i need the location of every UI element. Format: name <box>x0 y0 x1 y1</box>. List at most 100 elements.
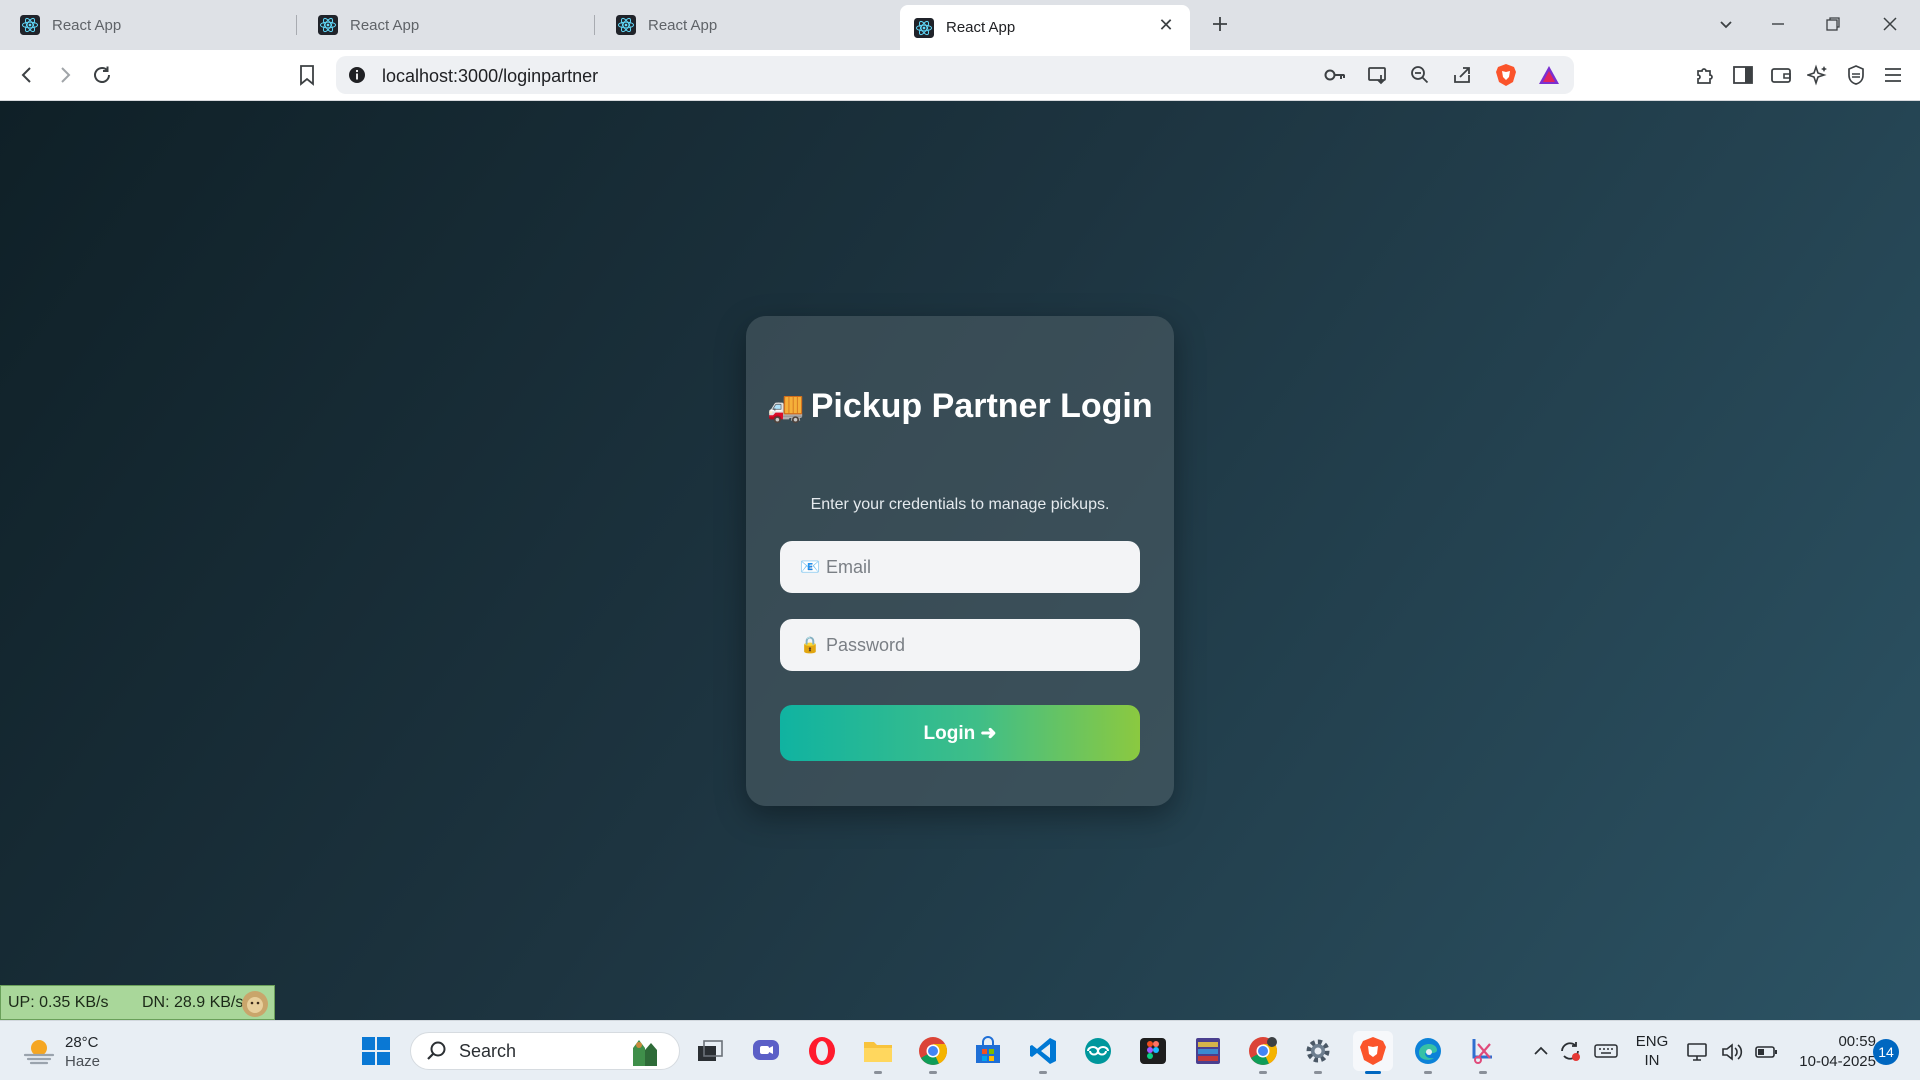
taskbar-edge[interactable] <box>1408 1031 1448 1074</box>
forward-button[interactable] <box>48 58 82 92</box>
taskbar-search[interactable]: Search <box>410 1032 680 1070</box>
react-icon <box>20 15 40 35</box>
chevron-down-icon <box>1720 21 1732 29</box>
mascot-icon <box>242 991 268 1017</box>
windows-taskbar: 28°C Haze Search ENG IN 00:59 10-04-2025… <box>0 1020 1920 1080</box>
running-indicator <box>1259 1071 1267 1074</box>
tab-title: React App <box>350 16 420 34</box>
restore-icon <box>1826 17 1840 31</box>
taskbar-chat[interactable] <box>746 1031 786 1071</box>
notification-badge[interactable]: 14 <box>1873 1039 1899 1065</box>
taskbar-arduino[interactable] <box>1078 1031 1118 1071</box>
wallet-button[interactable] <box>1764 58 1798 92</box>
start-button[interactable] <box>356 1031 396 1071</box>
wallet-icon <box>1771 68 1791 83</box>
vpn-shield-icon <box>1848 65 1864 85</box>
tab-3[interactable]: React App <box>602 5 892 45</box>
clock-date: 10-04-2025 <box>1799 1053 1876 1070</box>
share-icon[interactable] <box>1447 60 1477 90</box>
scissors-icon <box>1472 1039 1492 1064</box>
login-card: 🚚 Pickup Partner Login Enter your credent… <box>746 316 1174 806</box>
tab-2[interactable]: React App <box>304 5 595 45</box>
search-label: Search <box>459 1040 517 1061</box>
taskbar-opera[interactable] <box>802 1031 842 1071</box>
react-icon <box>318 15 338 35</box>
tab-title: React App <box>52 16 122 34</box>
search-highlight-icon <box>633 1040 657 1066</box>
tab-separator <box>296 15 297 35</box>
weather-desc: Haze <box>65 1053 101 1070</box>
puzzle-icon <box>1697 68 1713 84</box>
address-bar[interactable]: localhost:3000/loginpartner <box>336 56 1574 94</box>
download-speed: DN: 28.9 KB/s <box>142 994 244 1011</box>
tab-strip: React App React App React App React App … <box>0 0 1920 50</box>
password-field[interactable]: 🔒 <box>780 619 1140 671</box>
url-text[interactable]: localhost:3000/loginpartner <box>382 66 598 87</box>
chrome-icon <box>919 1037 947 1065</box>
taskbar-settings[interactable] <box>1298 1031 1338 1074</box>
extensions-button[interactable] <box>1688 58 1722 92</box>
taskbar-chrome-profile[interactable] <box>1243 1031 1283 1074</box>
task-view-button[interactable] <box>690 1031 730 1071</box>
running-indicator <box>1479 1071 1487 1074</box>
sync-tray-button[interactable] <box>1552 1031 1588 1071</box>
page-viewport: 🚚 Pickup Partner Login Enter your credent… <box>0 101 1920 1020</box>
close-tab-icon[interactable]: ✕ <box>1156 15 1176 35</box>
tab-4-active[interactable]: React App ✕ <box>900 5 1190 50</box>
figma-icon <box>1140 1038 1166 1064</box>
running-indicator <box>1365 1071 1381 1074</box>
taskbar-chrome[interactable] <box>913 1031 953 1074</box>
install-app-icon[interactable] <box>1363 60 1393 90</box>
password-key-icon[interactable] <box>1320 60 1350 90</box>
site-info-icon[interactable] <box>342 60 372 90</box>
sidebar-button[interactable] <box>1726 58 1760 92</box>
react-icon <box>616 15 636 35</box>
task-view-icon <box>698 1040 723 1061</box>
taskbar-brave[interactable] <box>1353 1031 1393 1074</box>
password-input[interactable] <box>826 634 1126 656</box>
weather-widget[interactable]: 28°C Haze <box>22 1033 162 1073</box>
tab-search-button[interactable] <box>1708 6 1744 42</box>
forward-arrow-icon <box>61 67 71 83</box>
taskbar-figma[interactable] <box>1133 1031 1173 1071</box>
language-indicator[interactable]: ENG IN <box>1630 1033 1674 1073</box>
zoom-icon[interactable] <box>1405 60 1435 90</box>
tab-title: React App <box>946 19 1016 36</box>
clock[interactable]: 00:59 10-04-2025 <box>1782 1031 1876 1073</box>
folder-icon <box>864 1042 892 1062</box>
email-input[interactable] <box>826 556 1126 578</box>
keyboard-tray-button[interactable] <box>1588 1031 1624 1071</box>
taskbar-snipping-tool[interactable] <box>1463 1031 1503 1074</box>
login-title: 🚚 Pickup Partner Login <box>746 388 1174 426</box>
restore-button[interactable] <box>1815 6 1851 42</box>
taskbar-vscode[interactable] <box>1023 1031 1063 1074</box>
reload-button[interactable] <box>85 58 119 92</box>
leo-ai-button[interactable] <box>1801 58 1835 92</box>
bookmark-button[interactable] <box>290 58 324 92</box>
reload-icon <box>94 66 110 83</box>
menu-button[interactable] <box>1876 58 1910 92</box>
new-tab-button[interactable] <box>1202 6 1238 42</box>
taskbar-store[interactable] <box>968 1031 1008 1071</box>
email-field[interactable]: 📧 <box>780 541 1140 593</box>
taskbar-winrar[interactable] <box>1188 1031 1228 1071</box>
system-tray-status[interactable] <box>1686 1038 1778 1066</box>
login-button[interactable]: Login ➜ <box>780 705 1140 761</box>
tab-separator <box>594 15 595 35</box>
back-button[interactable] <box>10 58 44 92</box>
store-icon <box>976 1036 1000 1063</box>
volume-icon <box>1722 1043 1743 1061</box>
minimize-button[interactable] <box>1760 6 1796 42</box>
vscode-icon <box>1030 1038 1056 1064</box>
language-code: ENG <box>1635 1033 1669 1050</box>
tab-1[interactable]: React App <box>6 5 297 45</box>
login-title-text: Pickup Partner Login <box>810 387 1153 425</box>
close-window-button[interactable] <box>1872 6 1908 42</box>
brave-rewards-icon[interactable] <box>1534 60 1564 90</box>
archive-icon <box>1196 1038 1220 1064</box>
react-icon <box>914 17 934 38</box>
taskbar-file-explorer[interactable] <box>858 1031 898 1074</box>
vpn-button[interactable] <box>1839 58 1873 92</box>
brave-shield-icon[interactable] <box>1491 60 1521 90</box>
chat-icon <box>753 1040 779 1060</box>
